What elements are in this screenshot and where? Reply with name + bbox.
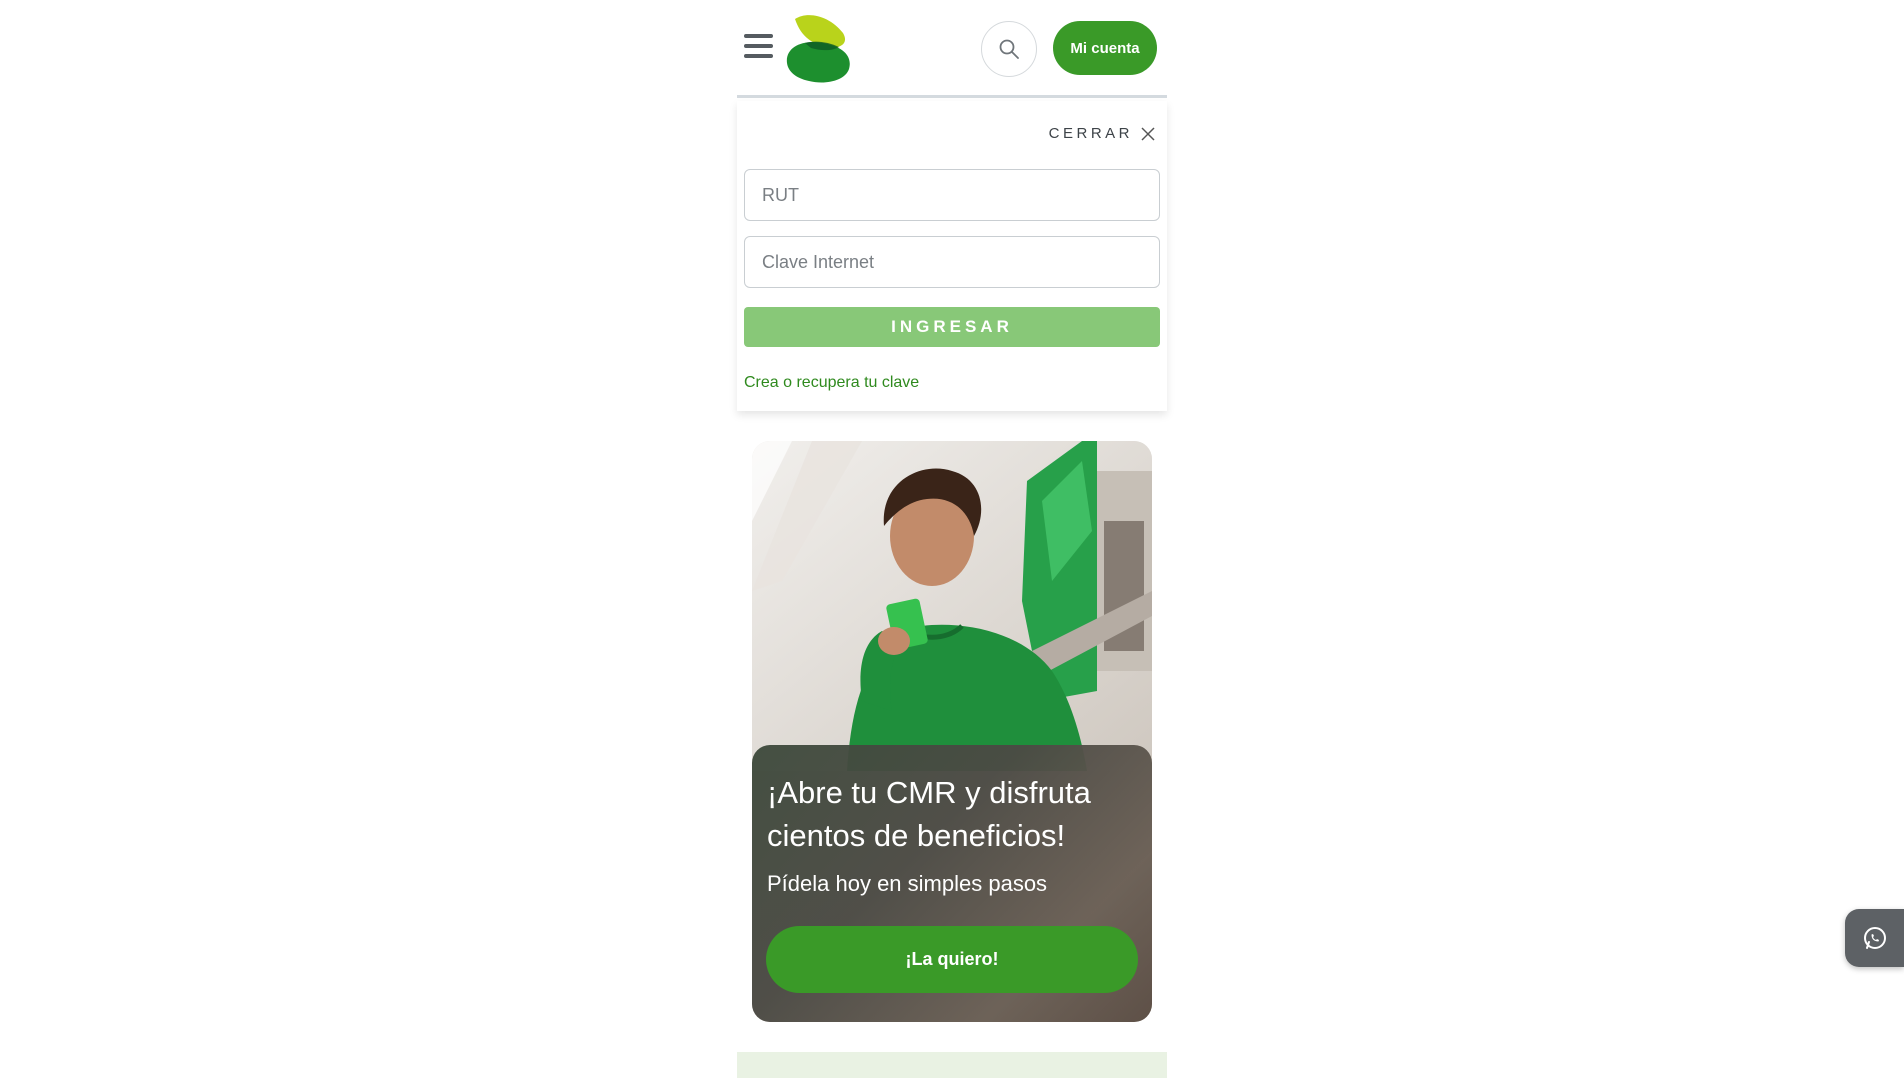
search-icon <box>999 39 1019 59</box>
promo-photo <box>752 441 1152 771</box>
login-panel: CERRAR INGRESAR Crea o recupera tu clave <box>737 101 1167 411</box>
my-account-button[interactable]: Mi cuenta <box>1053 21 1157 75</box>
bank-logo-icon[interactable] <box>783 13 855 83</box>
close-icon <box>1141 126 1155 141</box>
page: Mi cuenta CERRAR INGRESAR Crea o recuper… <box>737 0 1167 1078</box>
promo-card: ¡Abre tu CMR y disfruta cientos de benef… <box>752 441 1152 1022</box>
rut-input[interactable] <box>744 169 1160 221</box>
next-section-strip <box>737 1052 1167 1078</box>
whatsapp-button[interactable] <box>1845 909 1904 967</box>
close-login-button[interactable]: CERRAR <box>1049 125 1155 142</box>
promo-subtitle: Pídela hoy en simples pasos <box>767 871 1048 896</box>
recover-password-link[interactable]: Crea o recupera tu clave <box>744 374 919 392</box>
promo-cta-button[interactable]: ¡La quiero! <box>766 926 1138 993</box>
whatsapp-icon <box>1863 927 1886 949</box>
site-header: Mi cuenta <box>737 0 1167 98</box>
password-input[interactable] <box>744 236 1160 288</box>
hamburger-menu-icon[interactable] <box>744 34 774 60</box>
close-label: CERRAR <box>1048 125 1133 142</box>
promo-title: ¡Abre tu CMR y disfruta cientos de benef… <box>767 775 1091 853</box>
search-button[interactable] <box>981 21 1037 77</box>
login-submit-button[interactable]: INGRESAR <box>744 307 1160 347</box>
